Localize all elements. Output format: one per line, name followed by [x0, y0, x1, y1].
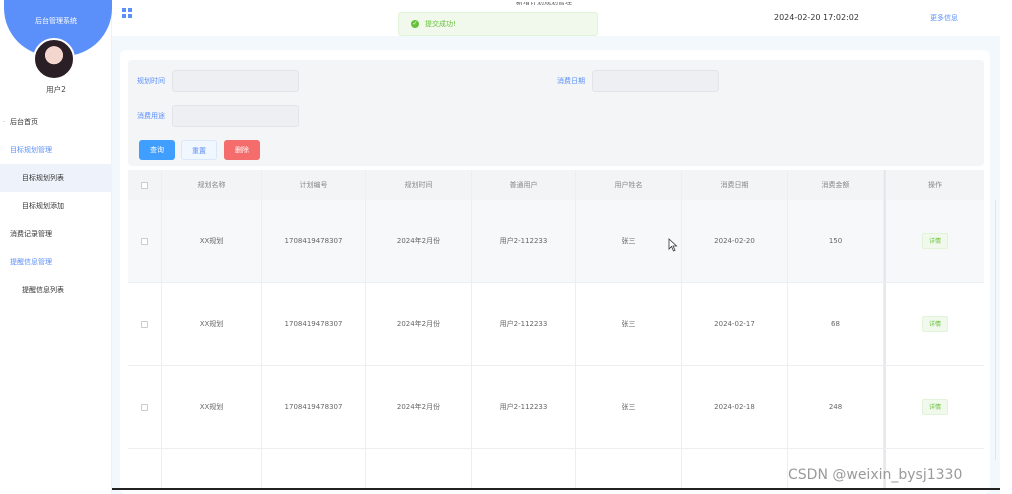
cell-plan-time: 2024年2月份 — [366, 366, 472, 448]
sidebar-item-consume-record-management[interactable]: 消费记录管理 — [0, 220, 112, 248]
row-select-cell — [128, 200, 162, 282]
sidebar-item-goal-plan-list[interactable]: 目标规划列表 — [0, 164, 112, 192]
sidebar-item-label: 后台首页 — [10, 118, 38, 126]
main-content: 规划时间 消费日期 消费用途 查询 重置 删除 规划名称 计划编号 规划时间 普… — [112, 36, 1000, 494]
cell-amount: 68 — [788, 283, 884, 365]
header-plan-time: 规划时间 — [366, 170, 472, 200]
query-button[interactable]: 查询 — [139, 140, 175, 160]
sidebar-item-label: 提醒信息管理 — [10, 258, 52, 266]
cell-plan-code: 1708419478307 — [262, 200, 366, 282]
header-action: 操作 — [884, 170, 984, 200]
cell-amount: 150 — [788, 200, 884, 282]
cell-amount: 248 — [788, 366, 884, 448]
sidebar-item-label: 提醒信息列表 — [22, 286, 64, 294]
toast-message: 提交成功! — [425, 20, 456, 28]
row-select-cell — [128, 449, 162, 488]
cell-real-name: 张三 — [576, 366, 682, 448]
consume-use-input[interactable] — [172, 105, 299, 127]
header-amount: 消费金额 — [788, 170, 884, 200]
sidebar-item-label: 目标规划管理 — [10, 146, 52, 154]
watermark: CSDN @weixin_bysj1330 — [788, 467, 963, 483]
cell-real-name: 张三 — [576, 283, 682, 365]
sidebar: 后台管理系统 用户2 · 后台首页 目标规划管理 目标规划列表 目标规划添加 消费… — [0, 0, 112, 494]
plan-time-input[interactable] — [172, 70, 299, 92]
current-datetime: 2024-02-20 17:02:02 — [774, 13, 859, 22]
cell-user: 用户2-112233 — [472, 200, 576, 282]
row-select-cell — [128, 366, 162, 448]
sidebar-item-label: 目标规划列表 — [22, 174, 64, 182]
cell-consume-date: 2024-02-20 — [682, 200, 788, 282]
detail-button[interactable]: 详情 — [921, 233, 948, 249]
sidebar-item-reminder-management[interactable]: 提醒信息管理 — [0, 248, 112, 276]
cell-real-name — [576, 449, 682, 488]
consume-use-label: 消费用途 — [137, 112, 165, 120]
row-checkbox[interactable] — [141, 320, 148, 328]
sidebar-item-label: 目标规划添加 — [22, 202, 64, 210]
cell-plan-name: XX规划 — [162, 283, 262, 365]
cell-consume-date: 2024-02-17 — [682, 283, 788, 365]
header-consume-date: 消费日期 — [682, 170, 788, 200]
cell-consume-date: 2024-02-18 — [682, 366, 788, 448]
sidebar-menu: · 后台首页 目标规划管理 目标规划列表 目标规划添加 消费记录管理 提醒信息管理… — [0, 108, 112, 304]
cell-real-name: 张三 — [576, 200, 682, 282]
search-form: 规划时间 消费日期 消费用途 查询 重置 删除 — [128, 60, 984, 166]
cell-plan-time: 2024年2月份 — [366, 200, 472, 282]
check-circle-icon: ✓ — [411, 20, 419, 28]
cell-plan-name: XX规划 — [162, 366, 262, 448]
clipped-title: 新增计划规划管理 — [516, 2, 572, 6]
bullet-icon: · — [3, 118, 6, 126]
cell-plan-name — [162, 449, 262, 488]
consume-date-input[interactable] — [592, 70, 719, 92]
header-plan-code: 计划编号 — [262, 170, 366, 200]
header-plan-name: 规划名称 — [162, 170, 262, 200]
detail-button[interactable]: 详情 — [921, 399, 948, 415]
app-title: 后台管理系统 — [35, 17, 77, 25]
more-info-link[interactable]: 更多信息 — [930, 13, 958, 23]
cell-consume-date — [682, 449, 788, 488]
detail-button[interactable]: 详情 — [921, 316, 948, 332]
cell-user: 用户2-112233 — [472, 366, 576, 448]
success-toast: ✓ 提交成功! — [398, 12, 598, 36]
row-checkbox[interactable] — [141, 237, 148, 245]
user-name: 用户2 — [46, 85, 66, 94]
cell-plan-code — [262, 449, 366, 488]
mouse-pointer-icon — [668, 238, 678, 252]
data-table: 规划名称 计划编号 规划时间 普通用户 用户姓名 消费日期 消费金额 操作 XX… — [128, 170, 984, 489]
sidebar-item-goal-plan-add[interactable]: 目标规划添加 — [0, 192, 112, 220]
header-select-cell — [128, 170, 162, 200]
table-row[interactable]: XX规划 1708419478307 2024年2月份 用户2-112233 张… — [128, 366, 984, 449]
reset-button[interactable]: 重置 — [181, 140, 217, 160]
cell-plan-time — [366, 449, 472, 488]
select-all-checkbox[interactable] — [141, 181, 148, 189]
row-select-cell — [128, 283, 162, 365]
cell-plan-code: 1708419478307 — [262, 366, 366, 448]
delete-button[interactable]: 删除 — [224, 140, 260, 160]
header-real-name: 用户姓名 — [576, 170, 682, 200]
consume-date-label: 消费日期 — [557, 77, 585, 85]
sidebar-item-reminder-list[interactable]: 提醒信息列表 — [0, 276, 112, 304]
cell-action: 详情 — [884, 283, 984, 365]
avatar[interactable] — [33, 38, 75, 80]
bottom-divider — [112, 488, 1000, 490]
table-header: 规划名称 计划编号 规划时间 普通用户 用户姓名 消费日期 消费金额 操作 — [128, 170, 984, 200]
cell-user: 用户2-112233 — [472, 283, 576, 365]
header-user: 普通用户 — [472, 170, 576, 200]
grid-icon[interactable] — [122, 8, 132, 18]
sidebar-item-home[interactable]: · 后台首页 — [0, 108, 112, 136]
sidebar-item-goal-plan-management[interactable]: 目标规划管理 — [0, 136, 112, 164]
table-row[interactable]: XX规划 1708419478307 2024年2月份 用户2-112233 张… — [128, 200, 984, 283]
sidebar-item-label: 消费记录管理 — [10, 230, 52, 238]
cell-plan-code: 1708419478307 — [262, 283, 366, 365]
plan-time-label: 规划时间 — [137, 77, 165, 85]
cell-plan-name: XX规划 — [162, 200, 262, 282]
scrollbar-track[interactable] — [995, 200, 996, 460]
cell-action: 详情 — [884, 366, 984, 448]
table-row[interactable]: XX规划 1708419478307 2024年2月份 用户2-112233 张… — [128, 283, 984, 366]
cell-action: 详情 — [884, 200, 984, 282]
content-card: 规划时间 消费日期 消费用途 查询 重置 删除 规划名称 计划编号 规划时间 普… — [120, 50, 990, 494]
cell-user — [472, 449, 576, 488]
cell-plan-time: 2024年2月份 — [366, 283, 472, 365]
row-checkbox[interactable] — [141, 403, 148, 411]
